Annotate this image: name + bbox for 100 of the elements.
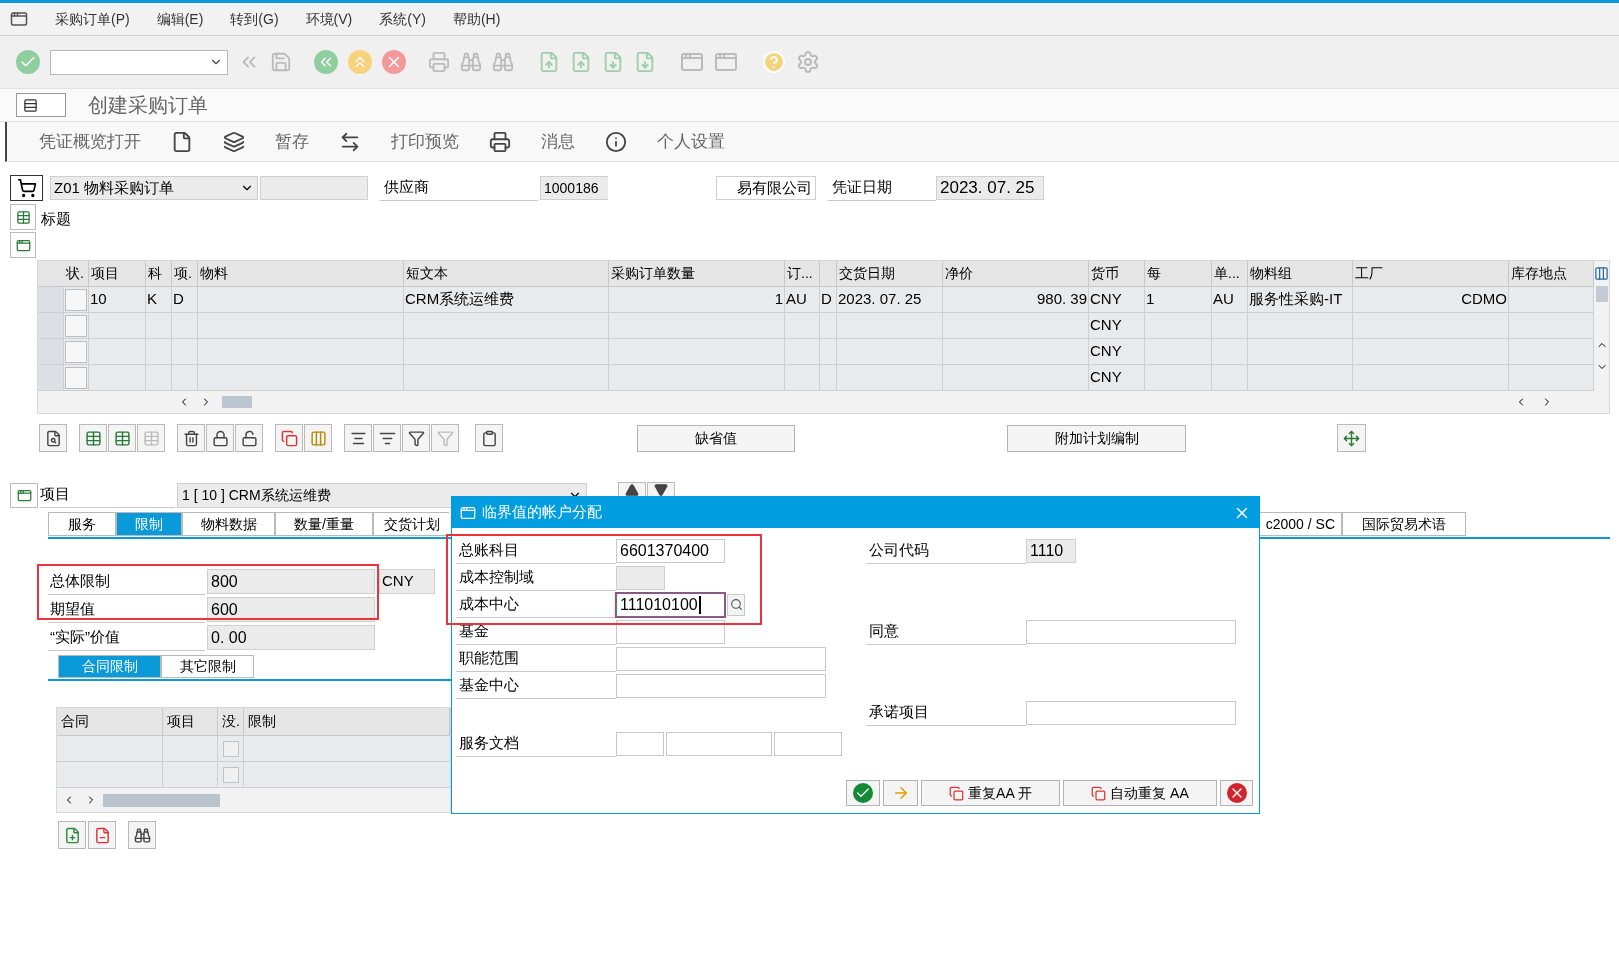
input-field[interactable] [774, 731, 842, 756]
input-field[interactable] [616, 646, 826, 671]
layout-menu-button[interactable] [16, 93, 66, 117]
tab[interactable]: 交货计划 [373, 512, 449, 536]
search-button[interactable] [727, 593, 745, 616]
no-limit-checkbox[interactable] [222, 740, 239, 757]
document-icon[interactable] [171, 130, 193, 153]
clipboard-button[interactable] [475, 424, 503, 452]
menu-item[interactable]: 转到(G) [230, 8, 279, 30]
info-icon[interactable] [605, 130, 627, 153]
last-page-icon[interactable] [634, 51, 656, 73]
input-field[interactable] [666, 731, 772, 756]
scrollbar-thumb[interactable] [103, 793, 220, 807]
delete-button[interactable] [177, 424, 205, 452]
columns-button[interactable] [304, 424, 332, 452]
status-checkbox[interactable] [65, 366, 87, 389]
column-header[interactable]: 状. [66, 263, 84, 284]
help-icon[interactable] [762, 50, 786, 74]
shortcut-icon[interactable] [714, 50, 738, 74]
toolbar-button[interactable]: 个人设置 [657, 128, 725, 155]
input-field[interactable] [1026, 619, 1236, 644]
back-icon[interactable] [314, 50, 338, 74]
column-header[interactable]: 交货日期 [839, 263, 895, 284]
menu-item[interactable]: 采购订单(P) [55, 8, 130, 30]
tab[interactable]: 数量/重量 [275, 512, 373, 536]
find-icon[interactable] [460, 51, 482, 73]
check-icon[interactable] [16, 50, 40, 74]
vendor-field[interactable]: 1000186 [540, 176, 608, 200]
scrollbar-thumb[interactable] [1595, 286, 1608, 302]
print-icon[interactable] [428, 51, 450, 73]
delete-row-button[interactable] [88, 821, 116, 849]
default-values-button[interactable]: 缺省值 [637, 424, 795, 452]
column-header[interactable]: 订... [787, 263, 813, 284]
document-date-field[interactable]: 2023. 07. 25 [936, 176, 1044, 200]
repeat-button[interactable]: 重复AA 开 [921, 780, 1060, 806]
header-toggle-button[interactable] [10, 204, 36, 230]
first-page-icon[interactable] [538, 51, 560, 73]
header-toggle-button[interactable] [10, 232, 36, 258]
details-button[interactable] [39, 424, 67, 452]
command-field[interactable] [50, 49, 228, 75]
input-field[interactable] [260, 176, 368, 200]
input-field[interactable] [616, 731, 664, 756]
limit-value-field[interactable]: 0. 00 [207, 625, 375, 650]
find-button[interactable] [128, 821, 156, 849]
additional-planning-button[interactable]: 附加计划编制 [1007, 424, 1186, 452]
tab[interactable]: 国际贸易术语 [1342, 512, 1466, 536]
input-field[interactable] [616, 673, 826, 698]
column-header[interactable]: 货币 [1091, 263, 1119, 284]
column-header[interactable]: 物料 [200, 263, 228, 284]
column-header[interactable]: 科 [148, 263, 162, 284]
settings-icon[interactable] [796, 50, 820, 74]
previous-page-icon[interactable] [570, 51, 592, 73]
printer-icon[interactable] [489, 130, 511, 153]
column-header[interactable]: 单... [1214, 263, 1240, 284]
transfer-button[interactable] [883, 780, 918, 806]
order-type-select[interactable]: Z01 物料采购订单 [50, 176, 258, 200]
column-header[interactable]: 项目 [167, 711, 195, 732]
repeat-button[interactable]: 自动重复 AA [1063, 780, 1217, 806]
column-header[interactable]: 没. [222, 711, 240, 732]
column-settings-icon[interactable] [1594, 266, 1609, 281]
copy-button[interactable] [275, 424, 303, 452]
insert-row-button[interactable] [58, 821, 86, 849]
unlock-button[interactable] [235, 424, 263, 452]
filter-button[interactable] [402, 424, 430, 452]
sort-ascending-button[interactable] [344, 424, 372, 452]
column-header[interactable]: 项. [174, 263, 192, 284]
status-checkbox[interactable] [65, 340, 87, 363]
sort-descending-button[interactable] [373, 424, 401, 452]
menu-item[interactable]: 环境(V) [305, 8, 353, 30]
structure-icon[interactable] [339, 130, 361, 153]
new-window-icon[interactable] [680, 50, 704, 74]
no-limit-checkbox[interactable] [222, 766, 239, 783]
find-next-icon[interactable] [492, 51, 514, 73]
column-header[interactable]: 短文本 [406, 263, 448, 284]
cancel-icon[interactable] [382, 50, 406, 74]
column-header[interactable]: 工厂 [1355, 263, 1383, 284]
lock-button[interactable] [206, 424, 234, 452]
menu-icon[interactable] [10, 10, 28, 28]
input-field[interactable] [1026, 700, 1236, 725]
toolbar-button[interactable]: 消息 [541, 128, 575, 155]
save-icon[interactable] [270, 51, 292, 73]
column-header[interactable]: 净价 [945, 263, 973, 284]
deselect-all-button[interactable] [108, 424, 136, 452]
next-page-icon[interactable] [602, 51, 624, 73]
limit-value-field[interactable]: 600 [207, 597, 375, 622]
confirm-button[interactable] [846, 780, 880, 806]
sub-tab[interactable]: 其它限制 [161, 655, 254, 678]
item-toggle-button[interactable] [10, 482, 38, 508]
menu-item[interactable]: 系统(Y) [379, 8, 426, 30]
scrollbar-thumb[interactable] [222, 396, 252, 408]
toolbar-button[interactable]: 打印预览 [391, 128, 459, 155]
menu-item[interactable]: 帮助(H) [452, 8, 501, 30]
input-field[interactable]: 6601370400 [616, 538, 725, 563]
toolbar-button[interactable]: 暂存 [275, 128, 309, 155]
tab[interactable]: 物料数据 [182, 512, 275, 536]
column-header[interactable]: 采购订单数量 [611, 263, 695, 284]
menu-item[interactable]: 编辑(E) [156, 8, 204, 30]
column-header[interactable]: 限制 [248, 711, 276, 732]
column-header[interactable]: 库存地点 [1511, 263, 1567, 284]
toolbar-button[interactable]: 凭证概览打开 [39, 128, 141, 155]
